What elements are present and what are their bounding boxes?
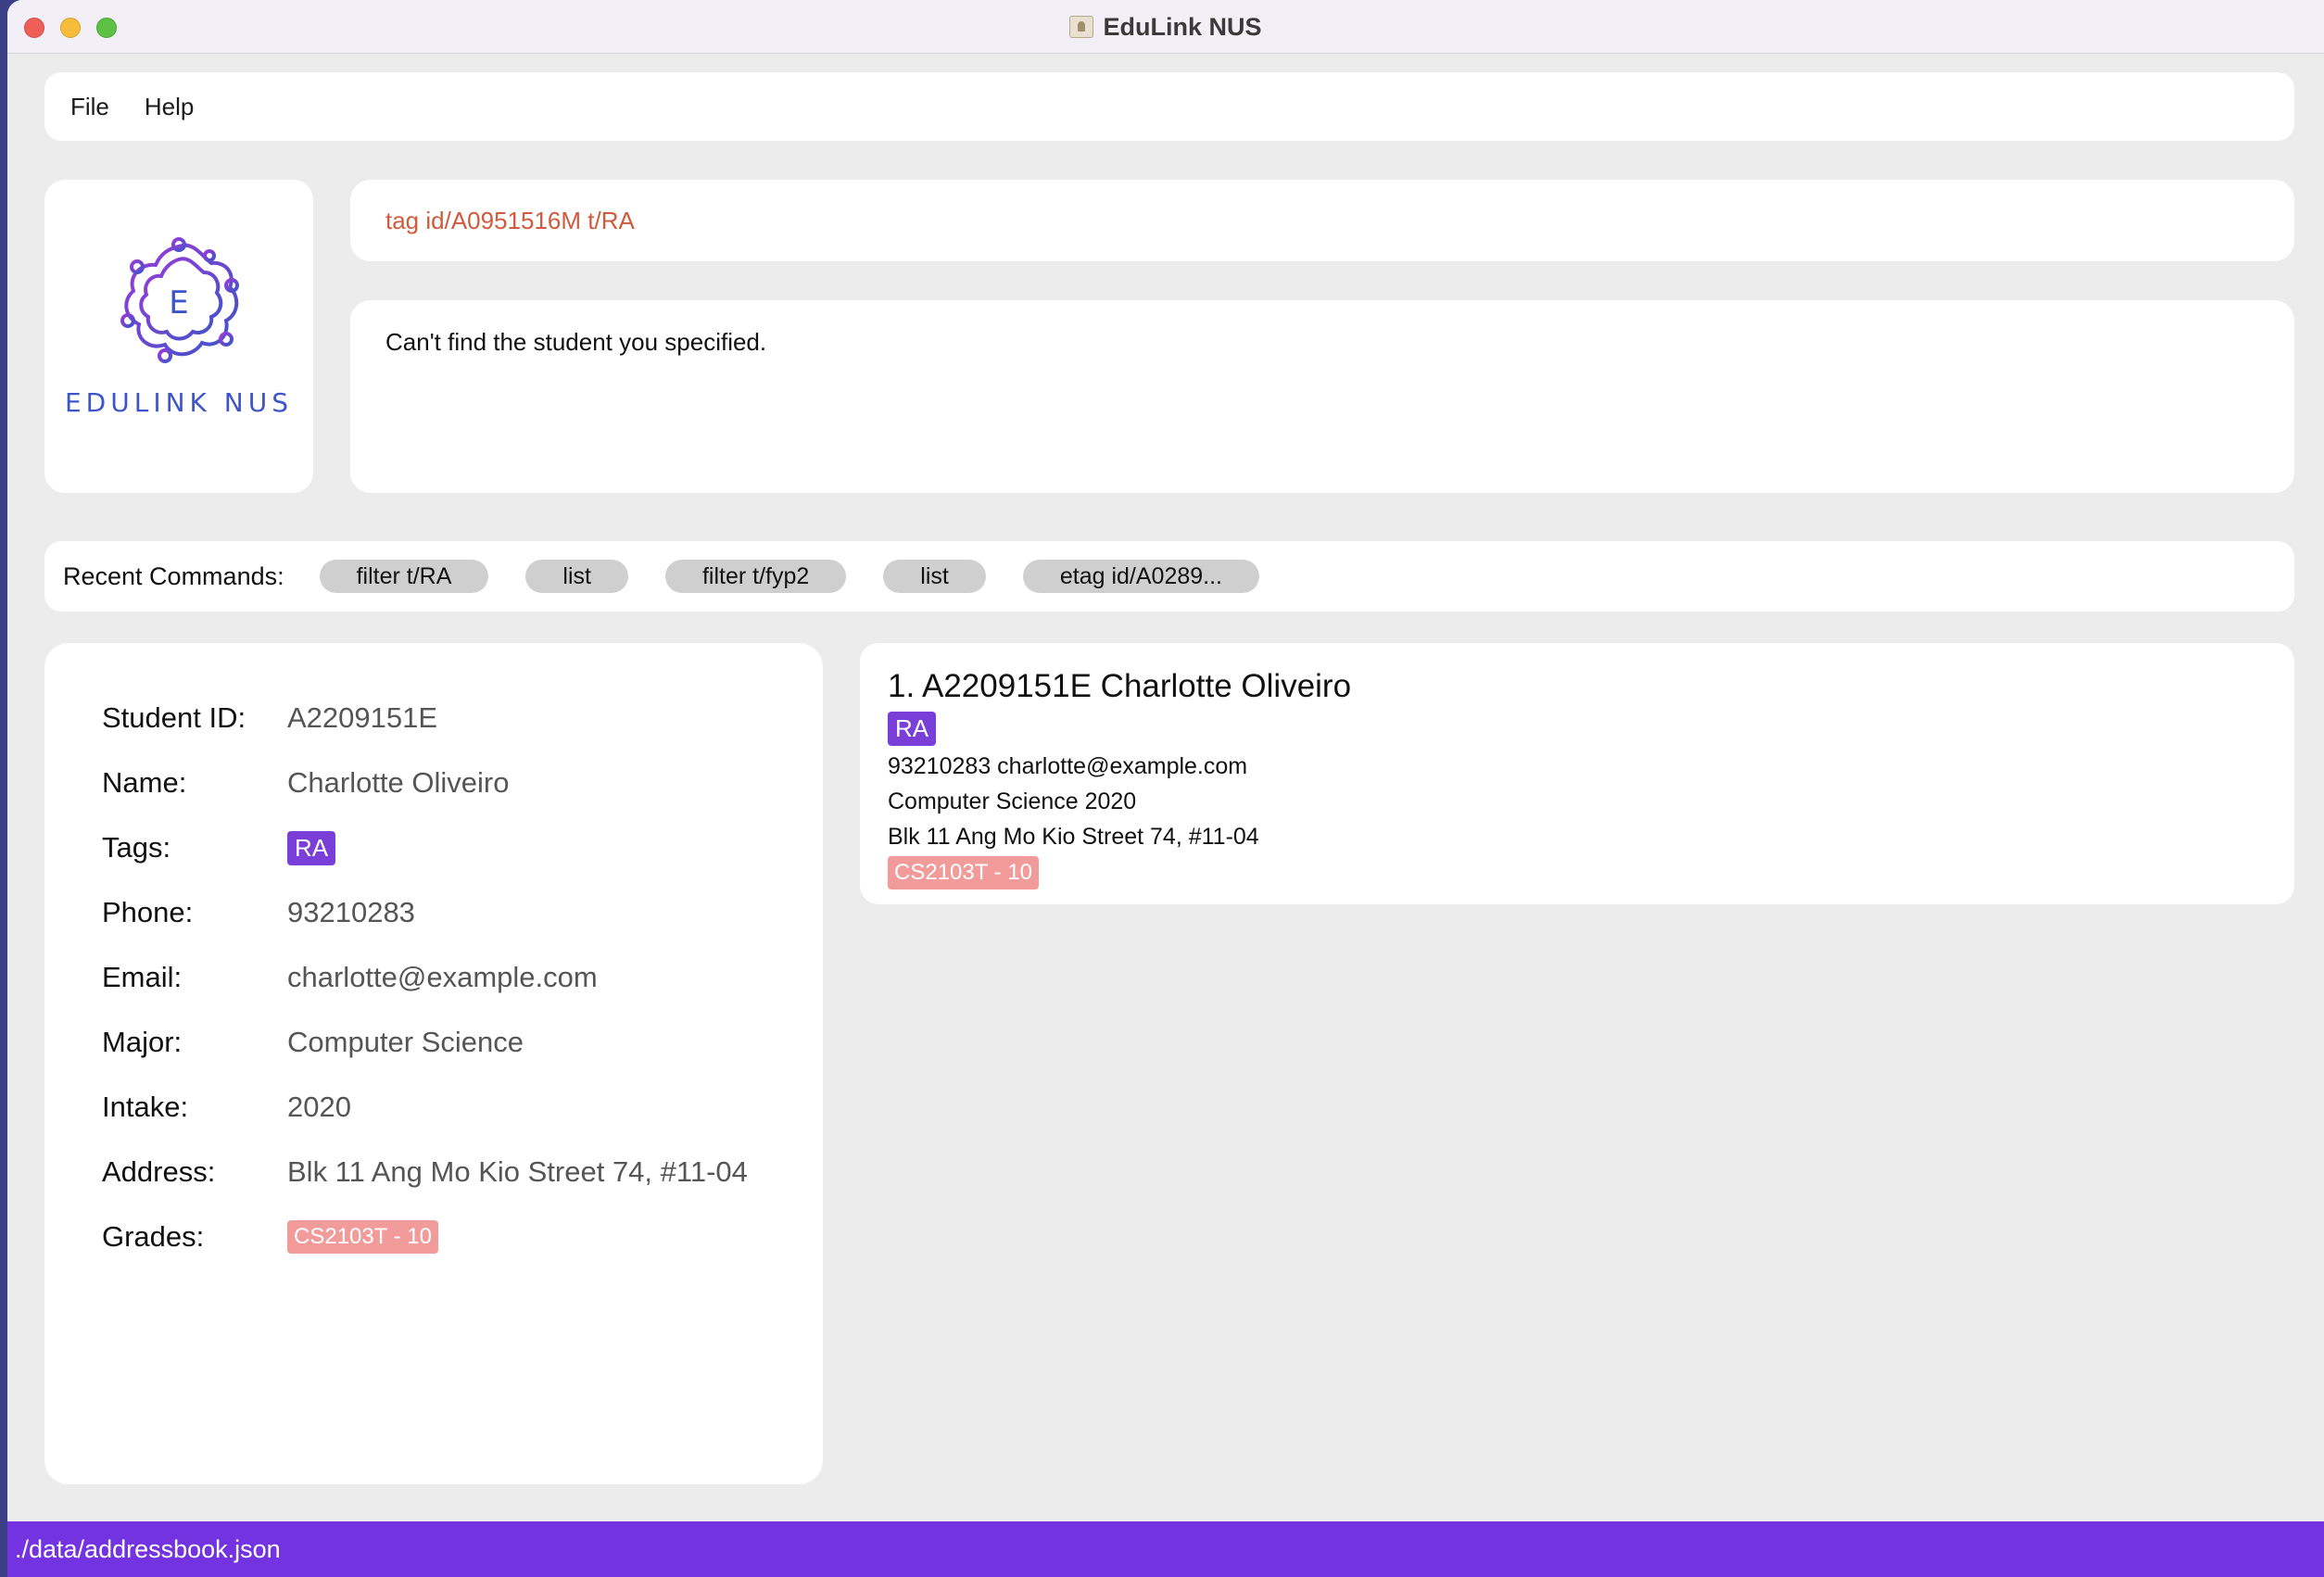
recent-command-chip[interactable]: filter t/RA bbox=[319, 560, 489, 593]
menu-file[interactable]: File bbox=[70, 93, 109, 121]
student-card-tags: RA bbox=[888, 712, 2267, 749]
student-card-address: Blk 11 Ang Mo Kio Street 74, #11-04 bbox=[888, 824, 1259, 850]
student-detail-panel: Student ID: A2209151E Name: Charlotte Ol… bbox=[44, 643, 823, 1484]
student-card-grades: CS2103T - 10 bbox=[888, 856, 2267, 889]
logo-card: E EDULINK NUS bbox=[44, 180, 313, 493]
student-card-major-intake: Computer Science 2020 bbox=[888, 788, 1137, 814]
result-display: Can't find the student you specified. bbox=[350, 300, 2294, 493]
menu-help[interactable]: Help bbox=[145, 93, 194, 121]
recent-command-chip[interactable]: filter t/fyp2 bbox=[664, 560, 847, 593]
detail-row-intake: Intake: 2020 bbox=[102, 1084, 806, 1130]
grade-badge: CS2103T - 10 bbox=[888, 856, 1039, 889]
logo-letter: E bbox=[169, 284, 188, 322]
detail-value: Blk 11 Ang Mo Kio Street 74, #11-04 bbox=[287, 1155, 748, 1188]
command-input[interactable] bbox=[385, 206, 2294, 235]
window-title: EduLink NUS bbox=[1103, 12, 1262, 41]
detail-label: Phone: bbox=[102, 896, 194, 928]
student-id-name: A2209151E Charlotte Oliveiro bbox=[922, 668, 1352, 704]
detail-row-student-id: Student ID: A2209151E bbox=[102, 695, 806, 741]
recent-command-chip[interactable]: list bbox=[883, 560, 986, 593]
command-box bbox=[350, 180, 2294, 261]
detail-row-phone: Phone: 93210283 bbox=[102, 889, 806, 936]
detail-label: Tags: bbox=[102, 831, 171, 864]
detail-row-major: Major: Computer Science bbox=[102, 1019, 806, 1066]
brand-text: EDULINK NUS bbox=[64, 387, 294, 418]
grade-badge: CS2103T - 10 bbox=[287, 1220, 438, 1254]
detail-label: Name: bbox=[102, 766, 187, 799]
detail-row-grades: Grades: CS2103T - 10 bbox=[102, 1214, 806, 1260]
recent-command-chip[interactable]: etag id/A0289... bbox=[1022, 560, 1259, 593]
detail-value: Computer Science bbox=[287, 1026, 524, 1058]
detail-label: Address: bbox=[102, 1155, 216, 1188]
detail-label: Email: bbox=[102, 961, 183, 993]
data-file-path: ./data/addressbook.json bbox=[15, 1534, 281, 1563]
app-icon bbox=[1069, 16, 1094, 38]
detail-label: Grades: bbox=[102, 1220, 205, 1253]
detail-label: Major: bbox=[102, 1026, 183, 1058]
detail-value: Charlotte Oliveiro bbox=[287, 766, 510, 799]
detail-label: Intake: bbox=[102, 1091, 189, 1123]
edulink-logo-icon: E bbox=[120, 237, 239, 363]
recent-commands-label: Recent Commands: bbox=[63, 561, 284, 590]
student-index: 1. bbox=[888, 668, 916, 704]
recent-command-chip[interactable]: list bbox=[525, 560, 628, 593]
student-list-card[interactable]: 1. A2209151E Charlotte Oliveiro RA 93210… bbox=[860, 643, 2294, 904]
app-window: EduLink NUS File Help E EDULINK NUS tag … bbox=[7, 0, 2324, 1577]
detail-value: 2020 bbox=[287, 1091, 351, 1123]
student-card-contact: 93210283 charlotte@example.com bbox=[888, 753, 1248, 779]
status-bar: ./data/addressbook.json bbox=[7, 1521, 2324, 1577]
detail-row-name: Name: Charlotte Oliveiro bbox=[102, 760, 806, 806]
detail-row-email: Email: charlotte@example.com bbox=[102, 954, 806, 1001]
detail-label: Student ID: bbox=[102, 701, 246, 734]
detail-row-tags: Tags: RA bbox=[102, 825, 806, 871]
detail-value: A2209151E bbox=[287, 701, 438, 734]
detail-value: 93210283 bbox=[287, 896, 415, 928]
recent-commands-bar: Recent Commands: filter t/RA list filter… bbox=[44, 541, 2294, 612]
menu-bar: File Help bbox=[44, 72, 2294, 141]
result-message: Can't find the student you specified. bbox=[385, 328, 767, 356]
detail-value: charlotte@example.com bbox=[287, 961, 598, 993]
window-title-group: EduLink NUS bbox=[7, 0, 2324, 54]
detail-row-address: Address: Blk 11 Ang Mo Kio Street 74, #1… bbox=[102, 1149, 806, 1195]
title-bar: EduLink NUS bbox=[7, 0, 2324, 54]
tag-badge: RA bbox=[287, 830, 336, 865]
student-card-title: 1. A2209151E Charlotte Oliveiro bbox=[888, 665, 2267, 708]
tag-badge: RA bbox=[888, 712, 937, 746]
